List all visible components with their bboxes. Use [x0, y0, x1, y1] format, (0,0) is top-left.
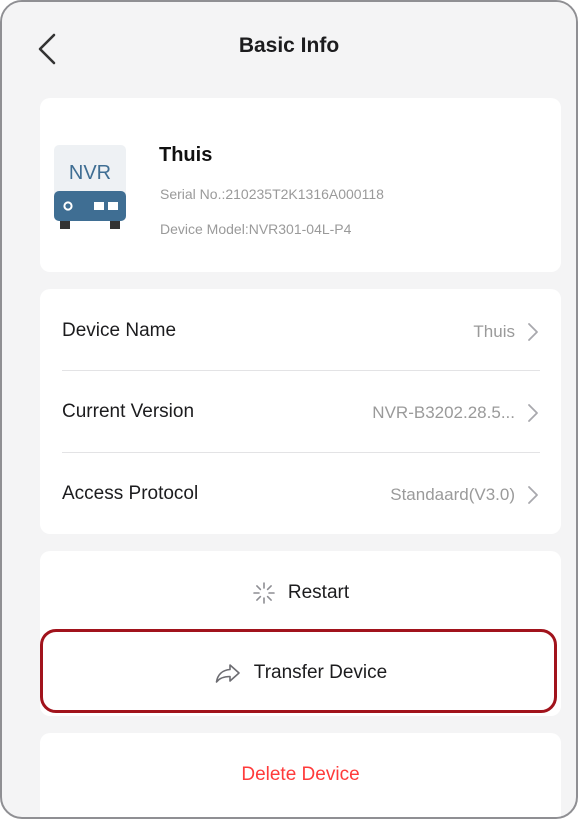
- restart-button[interactable]: Restart: [40, 553, 561, 633]
- row-value: Standaard(V3.0): [390, 485, 515, 504]
- delete-device-button[interactable]: Delete Device: [40, 733, 561, 817]
- chevron-right-icon: [528, 404, 538, 422]
- app-window: Basic Info NVR Thuis Serial No.:210235T2…: [0, 0, 578, 819]
- divider: [62, 452, 540, 453]
- row-label: Access Protocol: [62, 483, 199, 504]
- chevron-right-icon: [528, 323, 538, 341]
- divider: [62, 370, 540, 371]
- row-label: Device Name: [62, 320, 177, 341]
- row-device-name[interactable]: Device Name Thuis: [40, 292, 561, 372]
- restart-label: Restart: [287, 582, 350, 603]
- top-bar: Basic Info: [2, 2, 576, 86]
- row-label: Current Version: [62, 401, 195, 422]
- device-model: Device Model:NVR301-04L-P4: [160, 221, 352, 237]
- nvr-device-icon: NVR: [54, 145, 126, 229]
- device-name-text: Thuis: [159, 144, 213, 166]
- nvr-icon-label: NVR: [69, 162, 111, 184]
- page-title: Basic Info: [238, 34, 340, 57]
- row-value: NVR-B3202.28.5...: [372, 403, 515, 422]
- delete-device-label: Delete Device: [241, 764, 360, 785]
- serial-number: Serial No.:210235T2K1316A000118: [160, 186, 384, 202]
- row-value: Thuis: [473, 322, 515, 341]
- row-current-version[interactable]: Current Version NVR-B3202.28.5...: [40, 373, 561, 453]
- row-access-protocol[interactable]: Access Protocol Standaard(V3.0): [40, 455, 561, 535]
- highlight-outline: [40, 629, 557, 713]
- restart-icon: [253, 582, 275, 604]
- chevron-right-icon: [528, 486, 538, 504]
